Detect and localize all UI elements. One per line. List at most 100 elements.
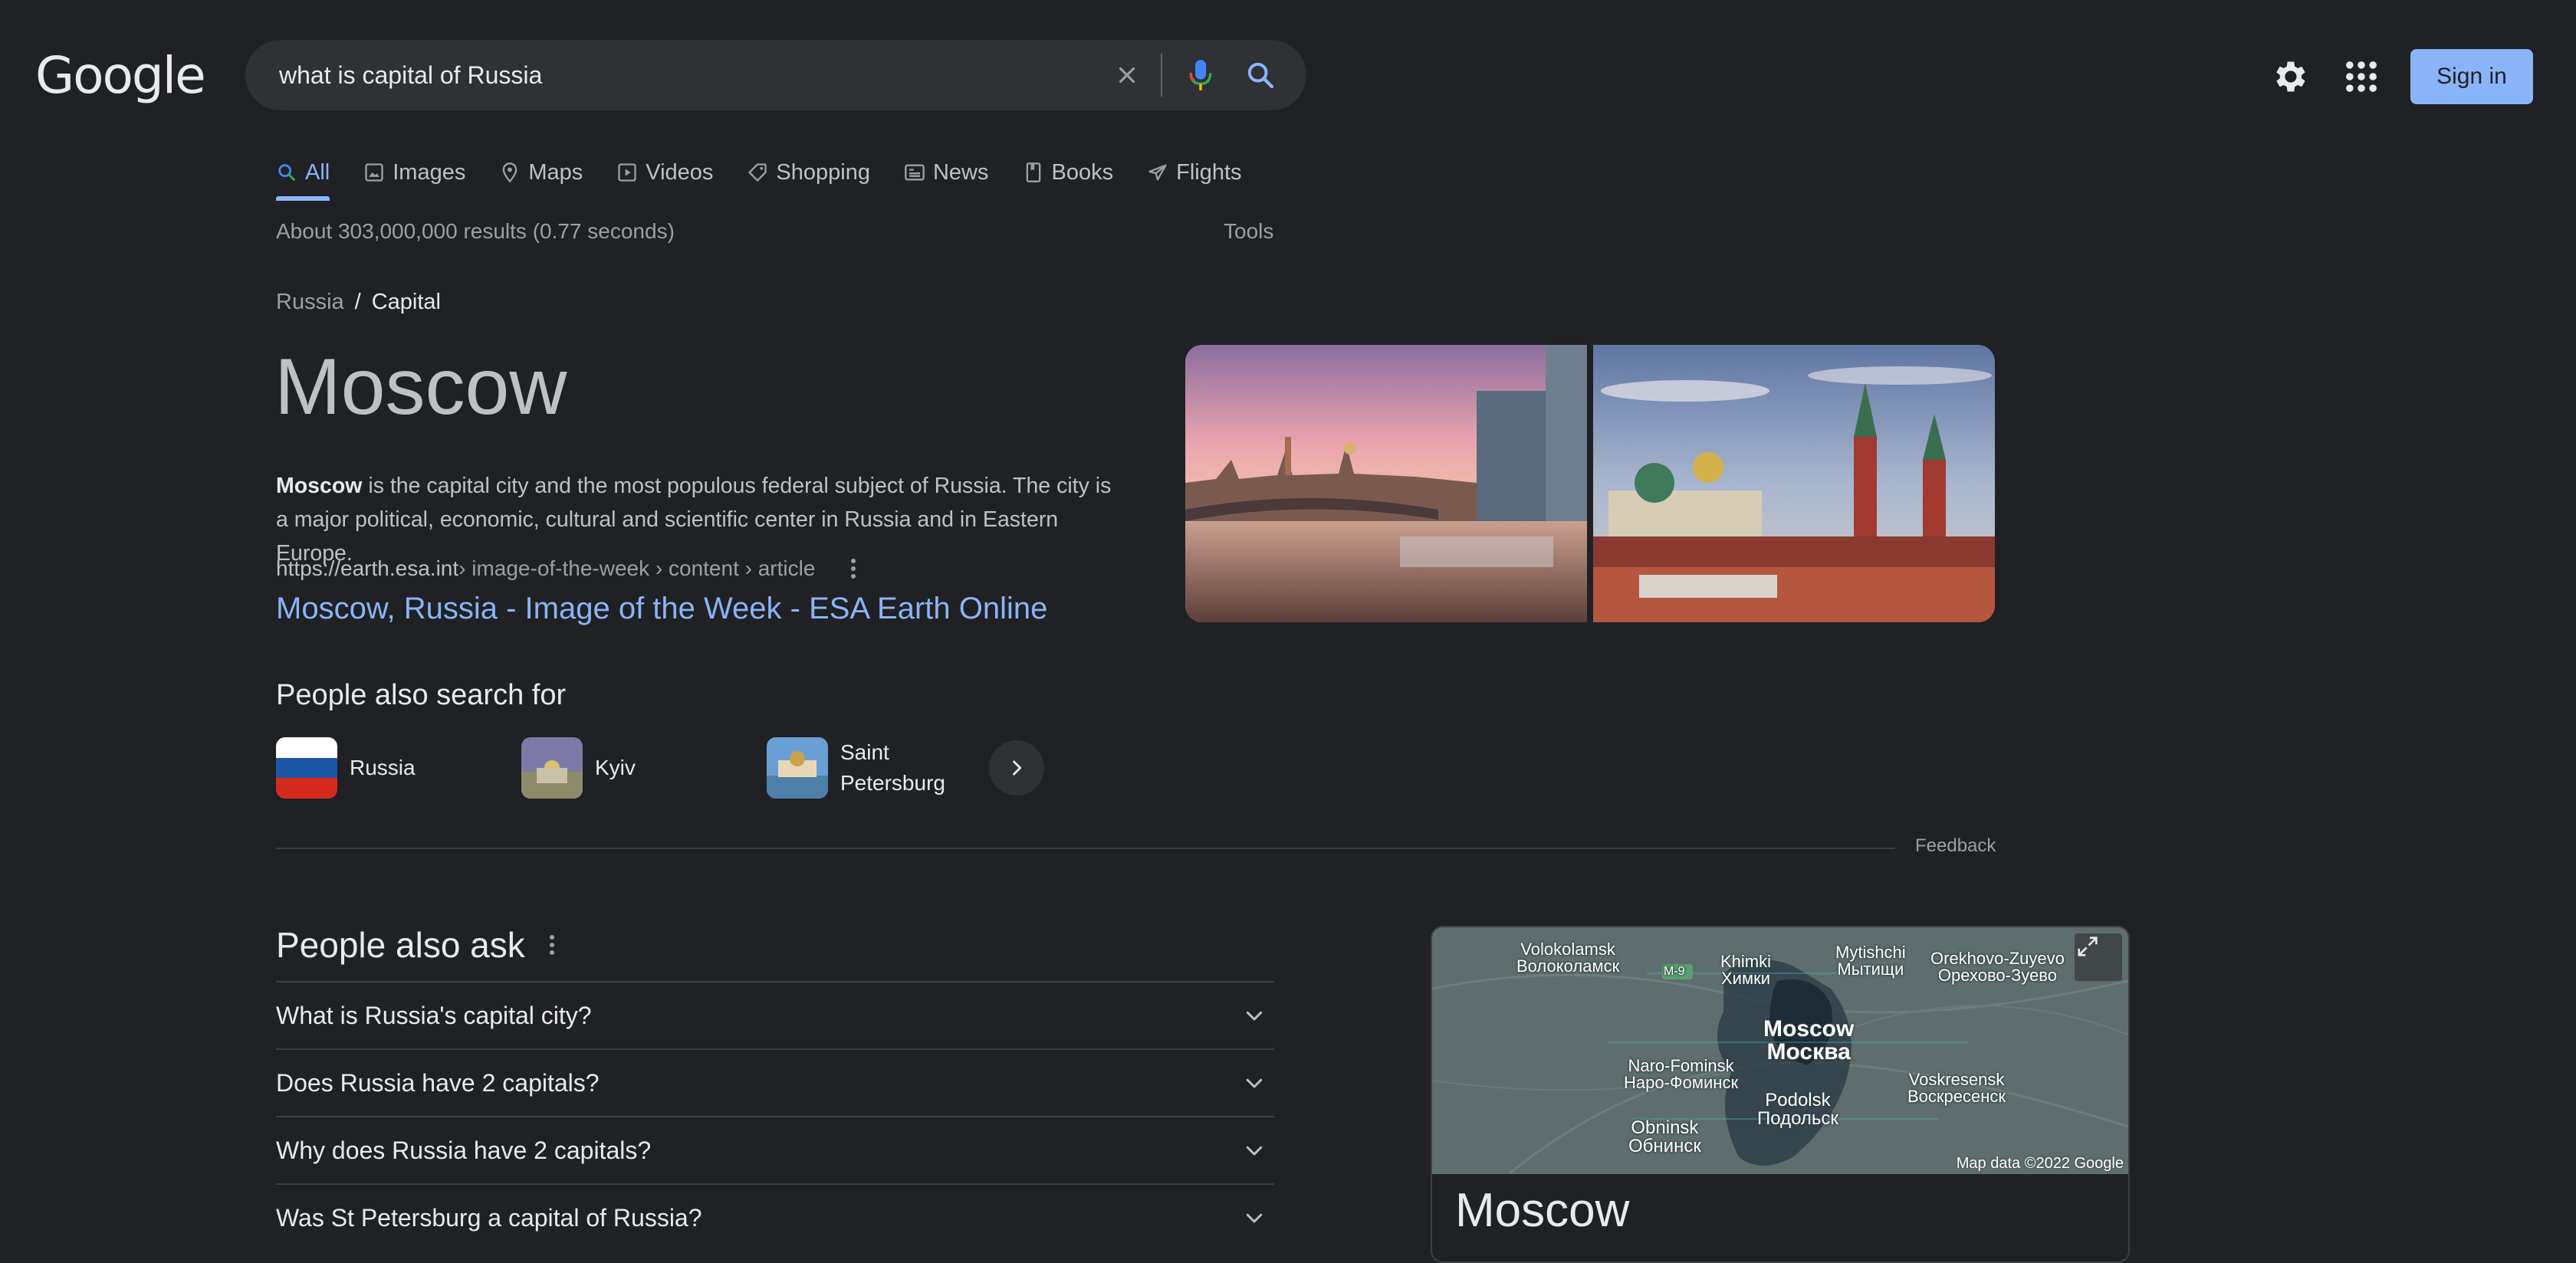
tab-shopping[interactable]: Shopping <box>747 153 870 192</box>
tools-button[interactable]: Tools <box>1224 219 1273 244</box>
tab-label: Videos <box>646 159 714 185</box>
tab-flights[interactable]: Flights <box>1147 153 1242 192</box>
map-label-volokolamsk: Volokolamsk Волоколамск <box>1516 940 1620 976</box>
tag-icon <box>748 163 767 182</box>
paa-question-text: Does Russia have 2 capitals? <box>276 1068 600 1097</box>
kyiv-thumbnail <box>521 737 583 799</box>
source-domain: https://earth.esa.int <box>276 556 459 580</box>
paa-question[interactable]: Does Russia have 2 capitals? <box>276 1048 1274 1116</box>
description-bold: Moscow <box>276 474 363 498</box>
pas-item-russia[interactable]: Russia <box>276 737 521 799</box>
source-link[interactable]: Moscow, Russia - Image of the Week - ESA… <box>276 592 1047 626</box>
pas-item-kyiv[interactable]: Kyiv <box>521 737 767 799</box>
feedback-link[interactable]: Feedback <box>1915 835 1996 857</box>
expand-map-icon[interactable] <box>2075 933 2122 981</box>
chevron-right-icon <box>1013 760 1022 776</box>
source-url[interactable]: https://earth.esa.int › image-of-the-wee… <box>276 556 866 581</box>
map-label-podolsk: Podolsk Подольск <box>1757 1090 1838 1129</box>
moscow-map[interactable]: Volokolamsk Волоколамск M-9 Khimki Химки M… <box>1432 927 2128 1174</box>
image-icon <box>365 163 383 182</box>
settings-gear-icon[interactable] <box>2269 57 2309 97</box>
map-label-m9: M-9 <box>1664 965 1685 978</box>
breadcrumb-current: Capital <box>371 290 441 314</box>
tab-label: All <box>305 159 330 185</box>
search-box[interactable] <box>245 40 1306 110</box>
results-count: About 303,000,000 results (0.77 seconds) <box>276 219 675 243</box>
search-icon[interactable] <box>1237 52 1283 98</box>
next-arrow-button[interactable] <box>989 740 1044 796</box>
map-attribution: Map data ©2022 Google <box>1956 1155 2124 1172</box>
tab-label: Shopping <box>776 159 870 185</box>
description-text: is the capital city and the most populou… <box>276 474 1112 566</box>
logo-text: Google <box>35 45 206 105</box>
pas-label: Russia <box>350 756 416 779</box>
paa-question-text: Was St Petersburg a capital of Russia? <box>276 1203 702 1232</box>
apps-grid-icon[interactable] <box>2341 57 2381 97</box>
tab-books[interactable]: Books <box>1023 153 1114 192</box>
more-options-icon[interactable] <box>548 933 556 956</box>
knowledge-panel-title: Moscow <box>1455 1184 1630 1237</box>
tab-label: Images <box>393 159 466 185</box>
answer-images <box>1185 345 1995 622</box>
map-label-mytishchi: Mytishchi Мытищи <box>1835 943 1906 979</box>
search-icon <box>278 164 295 181</box>
map-label-khimki: Khimki Химки <box>1720 952 1772 988</box>
map-label-obninsk: Obninsk Обнинск <box>1628 1117 1701 1156</box>
people-also-search-list: Russia Kyiv Saint Petersburg <box>276 737 1044 799</box>
tab-maps[interactable]: Maps <box>499 153 583 192</box>
pas-label: Saint Petersburg <box>840 740 945 795</box>
search-input[interactable] <box>278 60 1044 90</box>
tab-images[interactable]: Images <box>363 153 465 192</box>
more-options-icon[interactable] <box>841 556 866 581</box>
moscow-kremlin-sunset-image[interactable] <box>1185 345 1587 622</box>
people-also-ask-list: What is Russia's capital city? Does Russ… <box>276 981 1274 1251</box>
map-label-orekhovo: Orekhovo-Zuyevo Орехово-Зуево <box>1930 949 2065 985</box>
people-also-search-heading: People also search for <box>276 679 567 711</box>
sign-in-button[interactable]: Sign in <box>2410 49 2533 104</box>
search-divider <box>1161 54 1162 97</box>
map-pin-icon <box>503 162 518 183</box>
tab-all[interactable]: All <box>276 153 330 201</box>
breadcrumb: Russia / Capital <box>276 290 441 315</box>
breadcrumb-parent[interactable]: Russia <box>276 290 344 315</box>
paa-question-text: What is Russia's capital city? <box>276 1001 592 1029</box>
source-path: › image-of-the-week › content › article <box>458 556 816 580</box>
paa-question[interactable]: What is Russia's capital city? <box>276 981 1274 1048</box>
google-logo[interactable]: Google <box>35 45 206 105</box>
pas-label: Kyiv <box>595 756 636 779</box>
paa-question-text: Why does Russia have 2 capitals? <box>276 1136 652 1164</box>
airplane-icon <box>1148 164 1167 181</box>
pas-item-saint-petersburg[interactable]: Saint Petersburg <box>767 737 997 799</box>
answer-title: Moscow <box>274 343 567 431</box>
book-icon <box>1026 162 1040 182</box>
map-label-naro-fominsk: Naro-Fominsk Наро-Фоминск <box>1624 1056 1739 1092</box>
chevron-down-icon <box>1239 1068 1270 1098</box>
paa-question[interactable]: Was St Petersburg a capital of Russia? <box>276 1183 1274 1251</box>
paa-heading-text: People also ask <box>276 925 525 965</box>
moscow-red-square-image[interactable] <box>1593 345 1995 622</box>
clear-icon[interactable] <box>1104 52 1150 98</box>
tab-videos[interactable]: Videos <box>616 153 713 192</box>
saint-petersburg-thumbnail <box>767 737 828 799</box>
tab-label: News <box>932 159 989 185</box>
section-divider <box>276 848 1895 849</box>
map-label-voskresensk: Voskresensk Воскресенск <box>1907 1070 2006 1106</box>
paa-question[interactable]: Why does Russia have 2 capitals? <box>276 1116 1274 1183</box>
tab-label: Maps <box>528 159 583 185</box>
chevron-down-icon <box>1239 1135 1270 1166</box>
tab-news[interactable]: News <box>904 153 989 192</box>
newspaper-icon <box>905 164 925 181</box>
map-label-moscow: Moscow Москва <box>1763 1016 1855 1065</box>
tab-label: Books <box>1051 159 1114 185</box>
tab-label: Flights <box>1176 159 1242 185</box>
answer-description: Moscow is the capital city and the most … <box>276 469 1119 570</box>
chevron-down-icon <box>1239 1000 1270 1031</box>
microphone-icon[interactable] <box>1178 52 1224 98</box>
knowledge-panel: Volokolamsk Волоколамск M-9 Khimki Химки M… <box>1431 926 2130 1263</box>
breadcrumb-separator: / <box>354 290 361 314</box>
search-tabs: All Images Maps Videos Shopping News Boo… <box>276 153 1276 202</box>
chevron-down-icon <box>1239 1202 1270 1233</box>
russia-flag-thumbnail <box>276 737 337 799</box>
play-icon <box>618 163 636 182</box>
people-also-ask-heading: People also ask <box>276 924 556 966</box>
